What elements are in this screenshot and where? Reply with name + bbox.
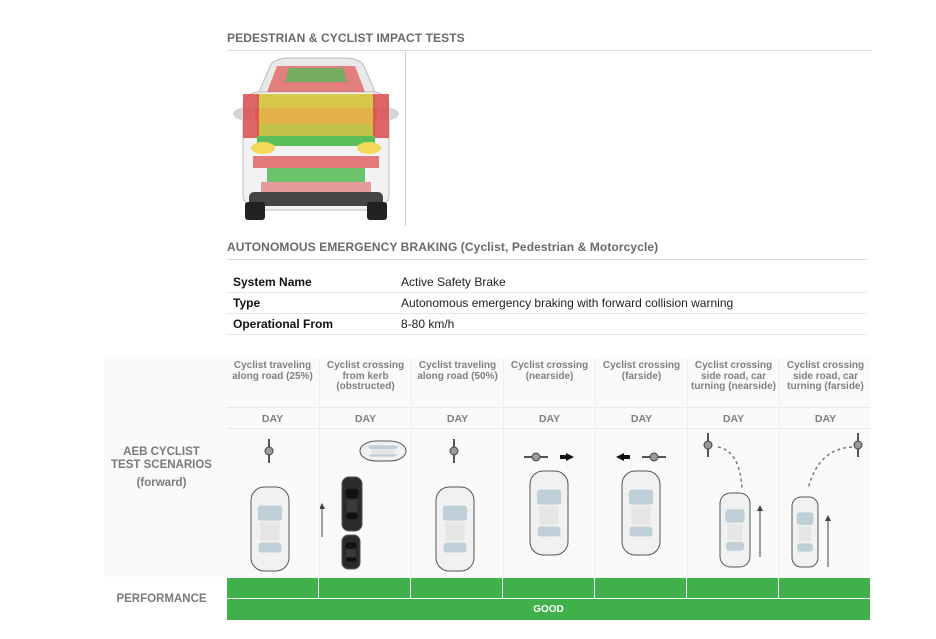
impact-title-rule bbox=[227, 50, 872, 51]
scenario-column: Cyclist crossing side road, car turning … bbox=[779, 357, 871, 577]
scenario-diagram-image bbox=[319, 427, 411, 580]
scenario-column: Cyclist crossing side road, car turning … bbox=[687, 357, 779, 577]
spec-value: Autonomous emergency braking with forwar… bbox=[395, 292, 867, 314]
scenario-day-label: DAY bbox=[261, 413, 284, 425]
aeb-section-title: AUTONOMOUS EMERGENCY BRAKING (Cyclist, P… bbox=[227, 240, 659, 254]
scenario-day-label: DAY bbox=[538, 413, 561, 425]
scenario-title: Cyclist crossing side road, car turning … bbox=[786, 360, 865, 392]
table-row: System Name Active Safety Brake bbox=[227, 272, 867, 293]
scenario-title: Cyclist crossing side road, car turning … bbox=[690, 360, 776, 392]
scenario-diagram-image bbox=[227, 427, 318, 580]
spec-value: Active Safety Brake bbox=[395, 272, 867, 293]
scenario-diagram-image bbox=[412, 427, 503, 580]
performance-cell bbox=[687, 578, 778, 598]
performance-cell bbox=[227, 578, 318, 598]
table-row: Operational From 8-80 km/h bbox=[227, 313, 867, 335]
impact-section-title: PEDESTRIAN & CYCLIST IMPACT TESTS bbox=[227, 31, 465, 45]
performance-label: PERFORMANCE bbox=[116, 593, 207, 605]
scenario-column: Cyclist crossing from kerb (obstructed) D… bbox=[319, 357, 411, 577]
aeb-title-rule bbox=[227, 259, 867, 260]
spec-key: System Name bbox=[227, 272, 395, 293]
scenario-diagram-image bbox=[780, 427, 871, 580]
car-impact-diagram-image bbox=[233, 57, 399, 220]
performance-cell bbox=[779, 578, 870, 598]
spec-value: 8-80 km/h bbox=[395, 313, 867, 335]
scenario-label-line3: (forward) bbox=[136, 477, 187, 489]
scenario-column: Cyclist traveling along road (25%) DAY bbox=[227, 357, 318, 577]
performance-cell bbox=[411, 578, 502, 598]
table-row: Type Autonomous emergency braking with f… bbox=[227, 292, 867, 314]
scenario-column: Cyclist traveling along road (50%) DAY bbox=[411, 357, 503, 577]
performance-cell bbox=[319, 578, 410, 598]
scenario-day-label: DAY bbox=[814, 413, 837, 425]
scenario-column: Cyclist crossing (farside) DAY bbox=[595, 357, 687, 577]
aeb-cyclist-scenarios-label: AEB CYCLIST TEST SCENARIOS (forward) bbox=[104, 446, 219, 490]
scenario-day-label: DAY bbox=[354, 413, 377, 425]
performance-rating: GOOD bbox=[227, 599, 870, 620]
scenario-column: Cyclist crossing (nearside) DAY bbox=[503, 357, 595, 577]
scenario-day-label: DAY bbox=[446, 413, 469, 425]
scenario-label-line1: AEB CYCLIST bbox=[123, 446, 200, 458]
scenario-day-label: DAY bbox=[722, 413, 745, 425]
spec-key: Operational From bbox=[227, 313, 395, 335]
scenario-title: Cyclist crossing (nearside) bbox=[510, 360, 589, 382]
performance-cell bbox=[503, 578, 594, 598]
scenario-title: Cyclist traveling along road (25%) bbox=[232, 360, 313, 382]
spec-key: Type bbox=[227, 292, 395, 314]
scenario-title: Cyclist crossing from kerb (obstructed) bbox=[326, 360, 405, 392]
scenario-title: Cyclist crossing (farside) bbox=[602, 360, 681, 382]
impact-divider bbox=[405, 52, 406, 226]
performance-bar: GOOD bbox=[227, 578, 870, 620]
scenario-diagram-image bbox=[688, 427, 779, 580]
scenario-diagram-image bbox=[596, 427, 687, 580]
scenario-day-label: DAY bbox=[630, 413, 653, 425]
scenario-diagram-image bbox=[504, 427, 595, 580]
performance-cell bbox=[595, 578, 686, 598]
aeb-spec-table: System Name Active Safety Brake Type Aut… bbox=[227, 272, 867, 335]
scenario-title: Cyclist traveling along road (50%) bbox=[417, 360, 498, 382]
scenario-label-line2: TEST SCENARIOS bbox=[111, 459, 212, 471]
